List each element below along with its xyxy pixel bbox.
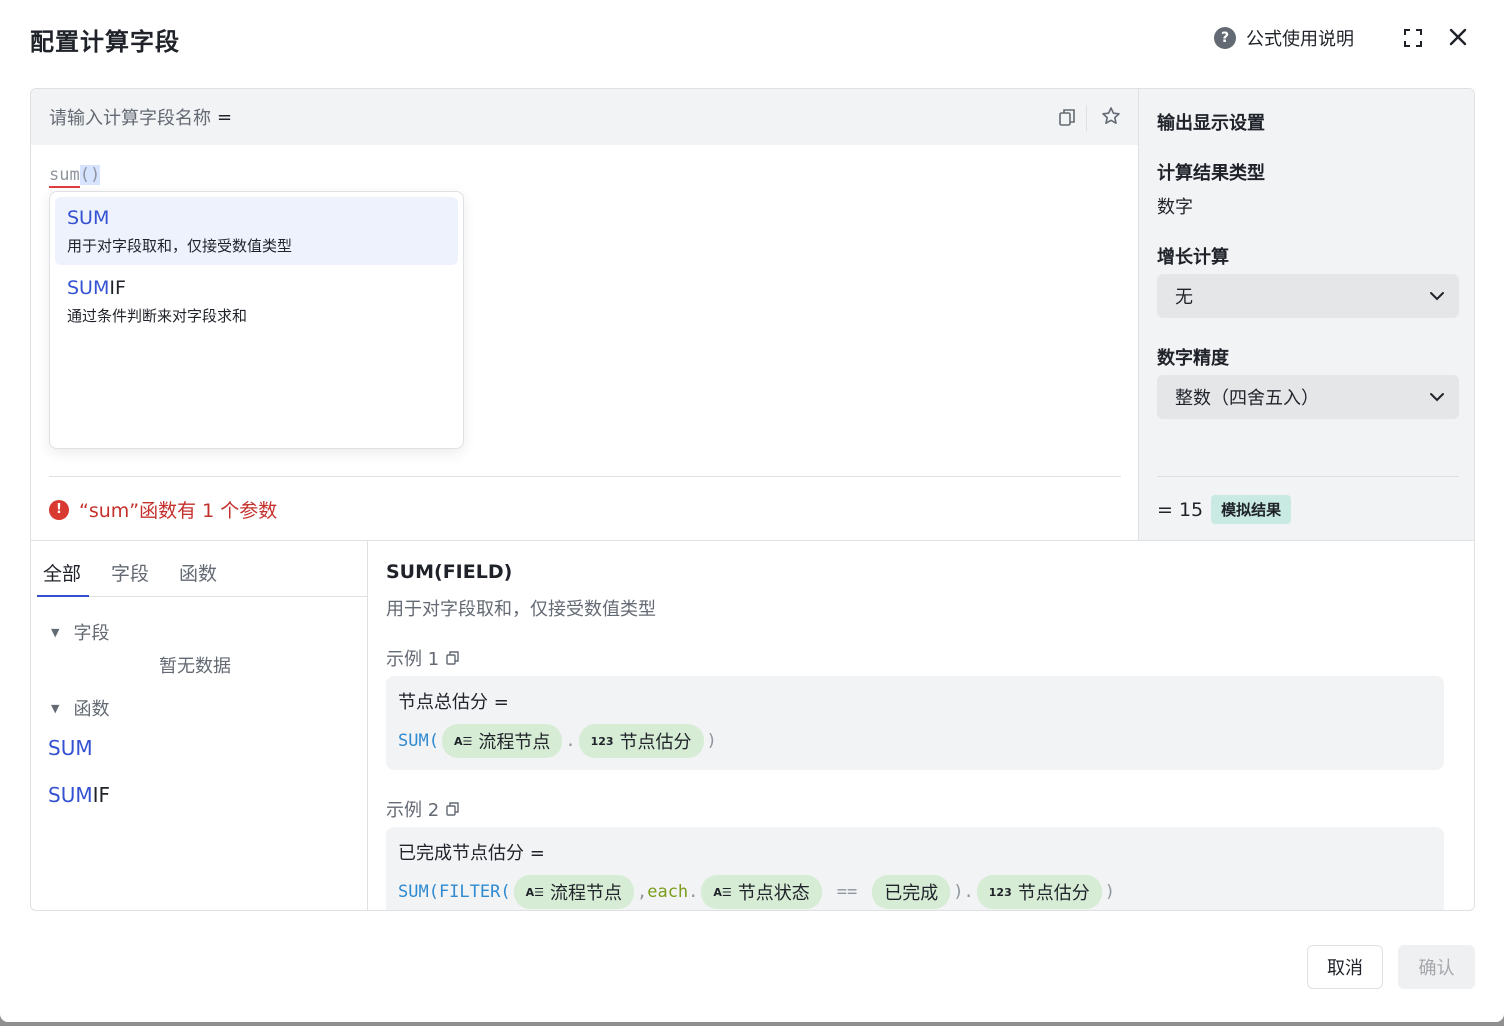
fields-empty: 暂无数据 (159, 656, 231, 677)
caret-down-icon: ▼ (51, 625, 60, 639)
precision-label: 数字精度 (1157, 348, 1229, 369)
growth-select[interactable]: 无 (1157, 274, 1459, 318)
close-icon[interactable] (1447, 26, 1469, 48)
editor-divider (49, 476, 1121, 477)
field-chip: 123 节点估分 (578, 724, 704, 758)
field-name-input[interactable]: 请输入计算字段名称 (49, 104, 211, 130)
fullscreen-icon[interactable] (1402, 27, 1424, 49)
example-head: 节点总估分 = (398, 692, 509, 713)
tab-all[interactable]: 全部 (37, 541, 90, 597)
suggestion-desc: 用于对字段取和，仅接受数值类型 (67, 237, 293, 255)
library-tabs: 全部 字段 函数 (37, 541, 368, 597)
result-badge: 模拟结果 (1211, 495, 1292, 524)
output-divider (1157, 476, 1459, 477)
text-field-icon: A☰ (713, 885, 732, 899)
chevron-down-icon (1430, 292, 1444, 301)
field-name-bar[interactable]: 请输入计算字段名称 = (31, 89, 1138, 145)
simulated-result: = 15 模拟结果 (1157, 495, 1292, 524)
field-chip: A☰ 流程节点 (513, 875, 634, 909)
help-label: 公式使用说明 (1246, 29, 1354, 50)
tab-fields[interactable]: 字段 (105, 541, 157, 597)
example-1-box: 节点总估分 = SUM( A☰ 流程节点 . 123 节点估分 ) (386, 676, 1444, 770)
section-label: 函数 (73, 699, 110, 720)
example-code: SUM(FILTER( A☰ 流程节点 , each. A☰ 节点状态 == 已完成 … (398, 875, 1432, 909)
field-chip: 123 节点估分 (976, 875, 1102, 909)
formula-text[interactable]: sum() (49, 165, 101, 188)
example-head: 已完成节点估分 = (398, 843, 545, 864)
section-label: 字段 (73, 623, 110, 644)
formula-function: sum (49, 165, 80, 188)
help-icon: ? (1214, 27, 1236, 49)
result-type-value: 数字 (1157, 197, 1193, 218)
result-value: = 15 (1157, 498, 1204, 521)
calc-field-dialog: 配置计算字段 ? 公式使用说明 请输入计算字段名称 = sum() SUM 用于… (0, 0, 1504, 1022)
precision-select[interactable]: 整数（四舍五入） (1157, 375, 1459, 419)
example-2-box: 已完成节点估分 = SUM(FILTER( A☰ 流程节点 , each. A☰ 节点… (386, 827, 1444, 910)
growth-value: 无 (1175, 287, 1193, 308)
formula-error: ! “sum”函数有 1 个参数 (49, 496, 277, 523)
function-library: 全部 字段 函数 ▼ 字段 暂无数据 ▼ 函数 SUM SUMIF SUM(FI… (31, 540, 1474, 910)
suggestion-sum[interactable]: SUM 用于对字段取和，仅接受数值类型 (55, 197, 458, 265)
function-doc: SUM(FIELD) 用于对字段取和，仅接受数值类型 示例 1 节点总估分 = … (368, 541, 1474, 910)
precision-value: 整数（四舍五入） (1175, 388, 1319, 409)
name-equals: = (217, 106, 233, 128)
library-tree: 全部 字段 函数 ▼ 字段 暂无数据 ▼ 函数 SUM SUMIF (31, 541, 368, 910)
error-icon: ! (49, 499, 69, 520)
formula-help-link[interactable]: ? 公式使用说明 (1214, 25, 1354, 51)
confirm-button[interactable]: 确认 (1398, 945, 1475, 989)
magic-wand-icon[interactable] (1100, 106, 1122, 128)
caret-down-icon: ▼ (51, 701, 60, 715)
result-type-label: 计算结果类型 (1157, 163, 1265, 184)
error-text: “sum”函数有 1 个参数 (79, 500, 278, 522)
formula-panel: 请输入计算字段名称 = sum() SUM 用于对字段取和，仅接受数值类型 SU… (30, 88, 1475, 911)
suggestion-name: SUM (67, 207, 110, 229)
field-chip: A☰ 节点状态 (701, 875, 822, 909)
dialog-title: 配置计算字段 (30, 28, 180, 56)
output-settings: 输出显示设置 计算结果类型 数字 增长计算 无 数字精度 整数（四舍五入） = … (1138, 89, 1474, 540)
suggestion-desc: 通过条件判断来对字段求和 (67, 307, 248, 325)
autocomplete-dropdown: SUM 用于对字段取和，仅接受数值类型 SUMIF 通过条件判断来对字段求和 (49, 191, 464, 449)
output-settings-title: 输出显示设置 (1157, 113, 1265, 134)
copy-icon[interactable] (445, 801, 461, 817)
tree-section-functions[interactable]: ▼ 函数 (51, 695, 109, 721)
text-field-icon: A☰ (453, 734, 473, 748)
field-chip: A☰ 流程节点 (441, 724, 563, 758)
chevron-down-icon (1430, 393, 1444, 402)
tab-functions[interactable]: 函数 (173, 541, 225, 597)
doc-desc: 用于对字段取和，仅接受数值类型 (386, 599, 656, 620)
formula-editor: 请输入计算字段名称 = sum() SUM 用于对字段取和，仅接受数值类型 SU… (31, 89, 1138, 540)
function-item-sum[interactable]: SUM (48, 736, 93, 760)
number-field-icon: 123 (988, 885, 1012, 899)
tree-section-fields[interactable]: ▼ 字段 (51, 619, 109, 645)
cancel-button[interactable]: 取消 (1307, 945, 1383, 989)
suggestion-sumif[interactable]: SUMIF 通过条件判断来对字段求和 (55, 267, 458, 335)
suggestion-name: SUMIF (67, 277, 126, 299)
example-code: SUM( A☰ 流程节点 . 123 节点估分 ) (398, 724, 1432, 758)
example-2-label: 示例 2 (386, 796, 461, 822)
number-field-icon: 123 (590, 734, 614, 748)
doc-title: SUM(FIELD) (386, 561, 513, 583)
text-field-icon: A☰ (525, 885, 544, 899)
growth-label: 增长计算 (1157, 247, 1229, 268)
function-item-sumif[interactable]: SUMIF (48, 783, 110, 807)
example-1-label: 示例 1 (386, 645, 461, 671)
value-chip: 已完成 (872, 875, 951, 909)
copy-icon[interactable] (445, 650, 461, 666)
toolbar-separator (1086, 105, 1087, 131)
formula-parens: () (79, 165, 101, 185)
copy-icon[interactable] (1057, 107, 1077, 127)
